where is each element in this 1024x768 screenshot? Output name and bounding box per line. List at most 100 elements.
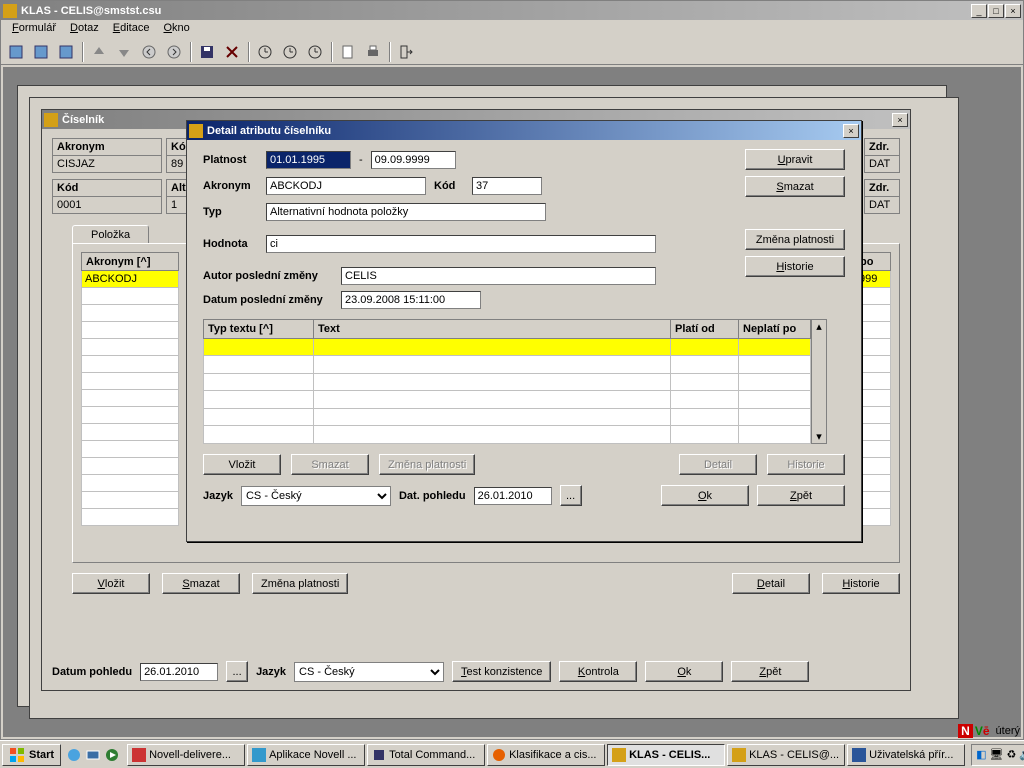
tb-icon[interactable] — [55, 41, 77, 63]
text-grid[interactable]: Typ textu [^] Text Platí od Neplatí po — [203, 319, 811, 444]
tb-up-icon[interactable] — [88, 41, 110, 63]
tray-icon[interactable]: 🖥 — [989, 748, 1003, 761]
btn-zmena2: Změna platnosti — [379, 454, 475, 475]
input-datpohledu[interactable] — [474, 487, 552, 505]
task-item[interactable]: Novell-delivere... — [127, 744, 245, 766]
input-platnost-do[interactable] — [371, 151, 456, 169]
menu-okno[interactable]: Okno — [156, 20, 196, 39]
tb-icon[interactable] — [30, 41, 52, 63]
close-button[interactable]: × — [1005, 4, 1021, 18]
menu-editace[interactable]: Editace — [106, 20, 157, 39]
tab-polozka[interactable]: Položka — [72, 225, 149, 244]
grid-scrollbar[interactable]: ▴ ▾ — [811, 319, 827, 444]
scroll-down-icon[interactable]: ▾ — [816, 430, 822, 443]
tb-doc-icon[interactable] — [337, 41, 359, 63]
minimize-button[interactable]: _ — [971, 4, 987, 18]
input-kod[interactable] — [472, 177, 542, 195]
mdi-area: Číselník × Akronym CISJAZ Kód. 89 — [3, 67, 1021, 737]
btn-ok-d[interactable]: Ok — [661, 485, 749, 506]
start-button[interactable]: Start — [2, 744, 61, 766]
th-platiod[interactable]: Platí od — [671, 320, 739, 339]
tray-icon[interactable]: ♻ — [1006, 748, 1016, 761]
task-item[interactable]: Klasifikace a cis... — [487, 744, 605, 766]
desk-N-icon[interactable]: N — [958, 724, 973, 738]
col-akronym2[interactable]: Akronym [^] — [82, 253, 179, 271]
browse-date-button[interactable]: ... — [226, 661, 248, 682]
btn-test[interactable]: Test konzistence — [452, 661, 551, 682]
close-icon[interactable]: × — [892, 113, 908, 127]
th-neplatipo[interactable]: Neplatí po — [739, 320, 811, 339]
task-item[interactable]: Total Command... — [367, 744, 485, 766]
tb-back-icon[interactable] — [138, 41, 160, 63]
task-item[interactable]: KLAS - CELIS@... — [727, 744, 845, 766]
btn-zmena[interactable]: Změna platnosti — [252, 573, 348, 594]
btn-smazat2: Smazat — [291, 454, 369, 475]
left-grid[interactable]: Akronym [^] ABCKODJ — [81, 252, 179, 526]
th-text[interactable]: Text — [314, 320, 671, 339]
label-typ: Typ — [203, 206, 258, 218]
tb-clock-icon[interactable] — [304, 41, 326, 63]
btn-kontrola[interactable]: Kontrola — [559, 661, 637, 682]
tray-volume-icon[interactable]: 🔊 — [1019, 748, 1024, 761]
input-akronym[interactable] — [266, 177, 426, 195]
btn-zmena-platnosti[interactable]: Změna platnosti — [745, 229, 845, 250]
input-datum-pohledu[interactable] — [140, 663, 218, 681]
input-datum-zmeny[interactable] — [341, 291, 481, 309]
ql-media-icon[interactable] — [103, 746, 121, 764]
label-datum-pohledu: Datum pohledu — [52, 666, 132, 678]
dialog-close-button[interactable]: × — [843, 124, 859, 138]
ql-desktop-icon[interactable] — [84, 746, 102, 764]
dialog-icon — [189, 124, 203, 138]
task-item[interactable]: Uživatelská přír... — [847, 744, 965, 766]
tb-fwd-icon[interactable] — [163, 41, 185, 63]
tb-clock-icon[interactable] — [254, 41, 276, 63]
back-close-icon[interactable] — [927, 85, 945, 103]
menu-dotaz[interactable]: Dotaz — [63, 20, 106, 39]
input-typ[interactable] — [266, 203, 546, 221]
col-zdr2: Zdr. — [864, 179, 900, 197]
tb-exit-icon[interactable] — [395, 41, 417, 63]
select-jazyk[interactable]: CS - Český — [294, 662, 444, 682]
input-autor[interactable] — [341, 267, 656, 285]
task-item-active[interactable]: KLAS - CELIS... — [607, 744, 725, 766]
tray-icon[interactable]: ◧ — [976, 748, 986, 761]
btn-upravit[interactable]: Upravit — [745, 149, 845, 170]
start-label: Start — [29, 749, 54, 761]
label-autor: Autor poslední změny — [203, 270, 333, 282]
tb-save-icon[interactable] — [196, 41, 218, 63]
input-platnost-od[interactable] — [266, 151, 351, 169]
toolbar — [1, 39, 1023, 65]
input-hodnota[interactable] — [266, 235, 656, 253]
cell-akronym: CISJAZ — [52, 156, 162, 173]
maximize-button[interactable]: □ — [988, 4, 1004, 18]
btn-vlozit[interactable]: Vložit — [72, 573, 150, 594]
browse-date2-button[interactable]: ... — [560, 485, 582, 506]
task-item[interactable]: Aplikace Novell ... — [247, 744, 365, 766]
btn-zpet[interactable]: Zpět — [731, 661, 809, 682]
btn-historie-d[interactable]: Historie — [745, 256, 845, 277]
desk-V-icon[interactable]: Vē — [975, 724, 990, 738]
label-platnost: Platnost — [203, 154, 258, 166]
btn-zpet-d[interactable]: Zpět — [757, 485, 845, 506]
ql-ie-icon[interactable] — [65, 746, 83, 764]
tb-icon[interactable] — [5, 41, 27, 63]
btn-smazat-d[interactable]: Smazat — [745, 176, 845, 197]
select-jazyk-d[interactable]: CS - Český — [241, 486, 391, 506]
cell-abckodj[interactable]: ABCKODJ — [82, 271, 179, 288]
btn-ok[interactable]: Ok — [645, 661, 723, 682]
tb-clock-icon[interactable] — [279, 41, 301, 63]
btn-detail[interactable]: Detail — [732, 573, 810, 594]
tb-print-icon[interactable] — [362, 41, 384, 63]
scroll-up-icon[interactable]: ▴ — [816, 320, 822, 333]
btn-historie2: Historie — [767, 454, 845, 475]
menu-formular[interactable]: Formulář — [5, 20, 63, 39]
btn-vlozit2[interactable]: Vložit — [203, 454, 281, 475]
cell-zdr: DAT — [864, 156, 900, 173]
label-jazyk: Jazyk — [256, 666, 286, 678]
btn-historie[interactable]: Historie — [822, 573, 900, 594]
tb-down-icon[interactable] — [113, 41, 135, 63]
th-typtextu[interactable]: Typ textu [^] — [204, 320, 314, 339]
tb-cancel-icon[interactable] — [221, 41, 243, 63]
btn-smazat[interactable]: Smazat — [162, 573, 240, 594]
dialog-titlebar[interactable]: Detail atributu číselníku × — [187, 121, 861, 140]
